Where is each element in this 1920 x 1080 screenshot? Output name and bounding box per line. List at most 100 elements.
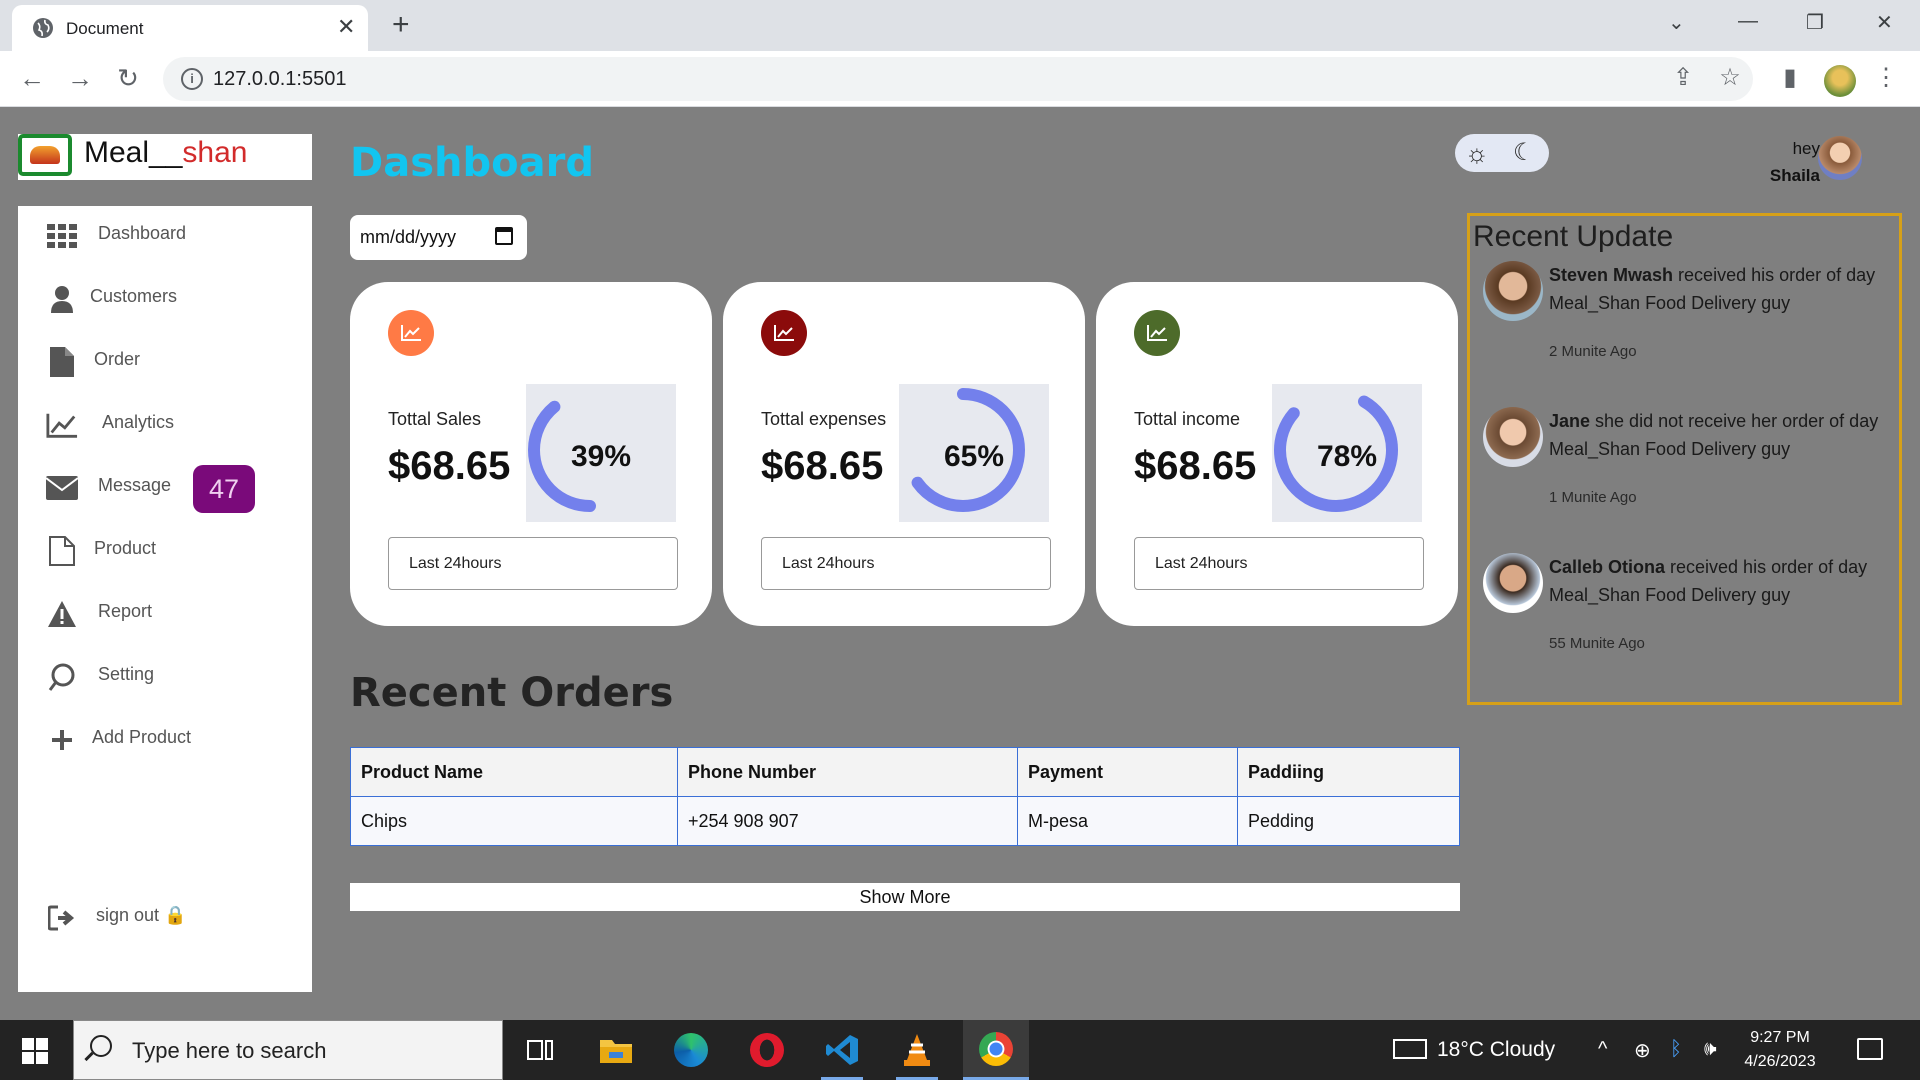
update-text: Calleb Otiona received his order of day … [1549, 557, 1868, 605]
clock-time: 9:27 PM [1750, 1029, 1810, 1046]
tab-search-chevron-icon[interactable]: ⌄ [1668, 10, 1685, 35]
sidebar: Dashboard Customers Order Analytics Mess… [18, 206, 312, 992]
weather-news-icon [1393, 1039, 1427, 1059]
file-icon [46, 346, 78, 378]
card-income: Tottal income $68.65 78% Last 24hours [1096, 282, 1458, 626]
period-label: Last 24hours [388, 537, 678, 590]
more-icon[interactable]: ⋮ [1870, 63, 1902, 92]
sidebar-item-sign-out[interactable]: sign out 🔒 [18, 898, 312, 938]
back-icon[interactable]: ← [17, 63, 47, 93]
browser-tab[interactable]: Document ✕ [12, 5, 368, 51]
bluetooth-icon[interactable]: ᛒ [1670, 1038, 1682, 1061]
sidebar-item-report[interactable]: Report [18, 594, 312, 634]
profile-greeting: hey [1792, 139, 1820, 158]
warning-icon [46, 598, 78, 630]
avatar [1483, 407, 1543, 467]
sidebar-item-setting[interactable]: Setting [18, 657, 312, 697]
new-tab-icon[interactable]: + [392, 8, 410, 42]
sidebar-item-order[interactable]: Order [18, 342, 312, 382]
progress-ring: 65% [899, 384, 1049, 522]
sidebar-item-add-product[interactable]: Add Product [18, 720, 312, 760]
browser-tab-bar: Document ✕ + ⌄ — ❐ ✕ [0, 0, 1920, 51]
network-globe-icon[interactable]: ⊕ [1634, 1038, 1651, 1063]
update-text: Jane she did not receive her order of da… [1549, 411, 1879, 459]
file-explorer-icon[interactable] [587, 1020, 645, 1080]
card-label: Tottal expenses [761, 409, 887, 429]
browser-profile-avatar[interactable] [1824, 65, 1856, 97]
taskbar-clock[interactable]: 9:27 PM 4/26/2023 [1740, 1026, 1820, 1074]
update-item: Steven Mwash received his order of day M… [1483, 261, 1898, 381]
sidebar-item-label: Analytics [102, 412, 175, 432]
sidebar-item-label: Add Product [92, 727, 192, 747]
card-label: Tottal income [1134, 409, 1241, 429]
grid-icon [46, 220, 78, 252]
trend-chart-icon [388, 310, 434, 356]
search-icon [90, 1035, 112, 1057]
sidebar-item-dashboard[interactable]: Dashboard [18, 216, 312, 256]
restore-icon[interactable]: ❐ [1806, 10, 1824, 35]
star-icon[interactable]: ☆ [1714, 63, 1746, 92]
task-view-icon[interactable] [511, 1020, 569, 1080]
card-percent: 39% [570, 440, 632, 473]
clock-date: 4/26/2023 [1744, 1053, 1816, 1070]
taskbar: Type here to search 18°C Cloudy ^ ⊕ ᛒ 🕪 … [0, 1020, 1920, 1080]
volume-icon[interactable]: 🕪 [1704, 1038, 1717, 1061]
minimize-icon[interactable]: — [1738, 10, 1758, 33]
progress-ring: 39% [526, 384, 676, 522]
calendar-icon[interactable] [495, 227, 513, 245]
info-icon[interactable]: i [181, 68, 203, 90]
close-tab-icon[interactable]: ✕ [337, 14, 355, 40]
window-close-icon[interactable]: ✕ [1876, 10, 1893, 35]
card-sales: Tottal Sales $68.65 39% Last 24hours [350, 282, 712, 626]
settings-icon [46, 661, 78, 693]
search-placeholder: Type here to search [132, 1038, 327, 1063]
share-icon[interactable]: ⇪ [1667, 63, 1699, 92]
sidebar-item-message[interactable]: Message [18, 468, 312, 508]
theme-toggle[interactable]: ☼ ☾ [1455, 134, 1549, 172]
show-more-button[interactable]: Show More [350, 883, 1460, 911]
reload-icon[interactable]: ↻ [113, 63, 143, 93]
vlc-player-icon[interactable] [888, 1020, 946, 1080]
chevron-up-icon[interactable]: ^ [1598, 1038, 1607, 1061]
url-text[interactable]: 127.0.0.1:5501 [213, 68, 346, 91]
sidebar-item-label: Customers [90, 286, 178, 306]
forward-icon[interactable]: → [65, 63, 95, 93]
update-time: 2 Munite Ago [1549, 343, 1637, 360]
sidebar-item-analytics[interactable]: Analytics [18, 405, 312, 445]
avatar[interactable] [1818, 136, 1862, 180]
sidebar-item-customers[interactable]: Customers [18, 279, 312, 319]
column-header: Phone Number [677, 747, 1018, 797]
logo-text: Meal__shan [84, 136, 248, 169]
weather-widget[interactable]: 18°C Cloudy [1393, 1038, 1555, 1062]
recent-update-panel: Recent Update Steven Mwash received his … [1467, 213, 1902, 705]
card-value: $68.65 [388, 444, 511, 488]
sun-icon[interactable]: ☼ [1465, 139, 1489, 167]
app-logo[interactable]: Meal__shan [18, 134, 312, 180]
period-label: Last 24hours [1134, 537, 1424, 590]
card-label: Tottal Sales [388, 409, 482, 429]
address-bar[interactable]: i 127.0.0.1:5501 [163, 57, 1753, 101]
user-profile[interactable]: hey Shaila [1700, 134, 1870, 190]
sidebar-item-product[interactable]: Product [18, 531, 312, 571]
opera-browser-icon[interactable] [738, 1020, 796, 1080]
table-row[interactable]: Chips +254 908 907 M-pesa Pedding [350, 796, 1460, 846]
table-cell: +254 908 907 [677, 796, 1018, 846]
moon-icon[interactable]: ☾ [1513, 139, 1535, 167]
trend-chart-icon [761, 310, 807, 356]
card-percent: 78% [1316, 440, 1378, 473]
update-text: Steven Mwash received his order of day M… [1549, 265, 1876, 313]
recent-update-title: Recent Update [1473, 220, 1674, 253]
vscode-icon[interactable] [813, 1020, 871, 1080]
tab-title: Document [66, 19, 144, 38]
date-input[interactable]: mm/dd/yyyy [350, 215, 527, 260]
side-panel-icon[interactable]: ▮ [1774, 63, 1806, 92]
globe-icon [33, 18, 53, 38]
edge-browser-icon[interactable] [662, 1020, 720, 1080]
table-cell: Pedding [1237, 796, 1460, 846]
notification-icon[interactable] [1857, 1038, 1883, 1060]
chrome-browser-icon[interactable] [963, 1020, 1029, 1080]
windows-start-icon[interactable] [22, 1038, 48, 1064]
taskbar-search-input[interactable]: Type here to search [73, 1020, 503, 1080]
update-item: Calleb Otiona received his order of day … [1483, 553, 1898, 673]
update-item: Jane she did not receive her order of da… [1483, 407, 1898, 527]
